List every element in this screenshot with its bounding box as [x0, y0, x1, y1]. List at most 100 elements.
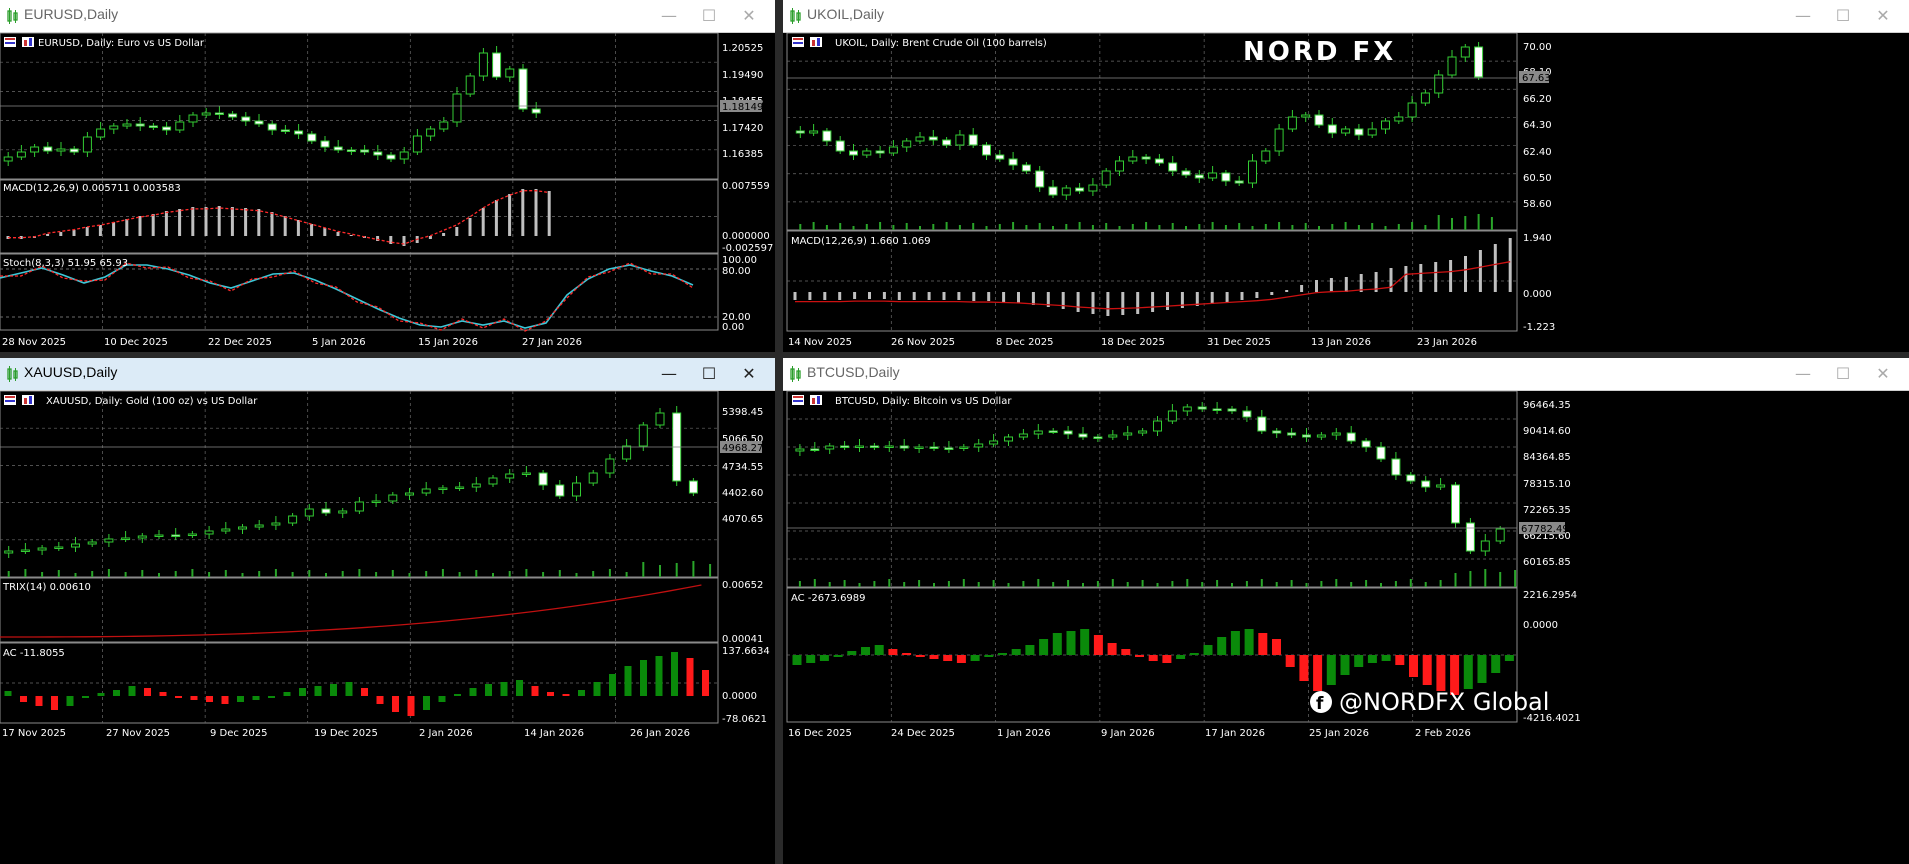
symbol-label: BTCUSD, Daily: Bitcoin vs US Dollar	[835, 396, 1012, 407]
xauusd-chart-window[interactable]: XAUUSD,Daily — ☐ ✕ XAUUSD, Daily: Gold (…	[0, 358, 775, 864]
candle	[974, 443, 984, 448]
volume-bar	[57, 570, 60, 577]
volume-bar	[843, 580, 846, 587]
minimize-button[interactable]: —	[1783, 362, 1823, 386]
candle	[492, 52, 502, 78]
maximize-button[interactable]: ☐	[1823, 4, 1863, 28]
price-tick: 1.17420	[722, 123, 763, 134]
window-titlebar[interactable]: EURUSD,Daily — ☐ ✕	[0, 0, 775, 33]
close-button[interactable]: ✕	[729, 362, 769, 386]
stoch-tick: 100.00	[722, 255, 757, 266]
candle	[135, 123, 145, 127]
candle	[388, 494, 398, 502]
histogram-bar	[82, 696, 89, 698]
macd-tick: -0.002597	[722, 243, 773, 254]
close-button[interactable]: ✕	[1863, 4, 1903, 28]
candle	[955, 134, 965, 146]
btcusd-chart-window[interactable]: BTCUSD,Daily — ☐ ✕ BTCUSD, Daily: Bitcoi…	[783, 358, 1909, 864]
histogram-bar	[516, 680, 523, 696]
candle	[1421, 480, 1431, 488]
histogram-bar	[1285, 290, 1289, 292]
volume-bar	[985, 226, 988, 230]
window-titlebar[interactable]: XAUUSD,Daily — ☐ ✕	[0, 358, 775, 391]
volume-bar	[1007, 583, 1010, 587]
candle	[16, 151, 26, 158]
histogram-bar	[547, 692, 554, 696]
histogram-bar	[508, 194, 512, 236]
histogram-bar	[793, 292, 797, 300]
candle	[1138, 430, 1148, 434]
chart-area[interactable]: EURUSD, Daily: Euro vs US Dollar 1.20525…	[0, 33, 775, 352]
chart-area[interactable]: BTCUSD, Daily: Bitcoin vs US Dollar 9646…	[783, 391, 1909, 864]
candle	[1141, 156, 1151, 160]
ac-label: AC -2673.6989	[791, 593, 866, 604]
histogram-bar	[1061, 292, 1065, 309]
chart-area[interactable]: XAUUSD, Daily: Gold (100 oz) vs US Dolla…	[0, 391, 775, 864]
candle	[122, 123, 132, 127]
volume-bar	[391, 570, 394, 577]
histogram-bar	[1080, 629, 1090, 655]
volume-bar	[1411, 222, 1414, 230]
candle	[902, 140, 912, 148]
candle	[531, 108, 541, 114]
histogram-bar	[1189, 653, 1199, 655]
candle	[1346, 432, 1356, 442]
volume-bar	[1371, 223, 1374, 230]
date-label: 15 Jan 2026	[418, 337, 478, 348]
candle	[1168, 162, 1178, 172]
histogram-bar	[270, 212, 274, 236]
maximize-button[interactable]: ☐	[689, 362, 729, 386]
histogram-bar	[531, 686, 539, 696]
minimize-button[interactable]: —	[649, 4, 689, 28]
candle	[825, 445, 835, 450]
candle	[1182, 406, 1192, 412]
candle	[995, 154, 1005, 160]
candle	[1287, 116, 1297, 130]
candle	[1048, 186, 1058, 196]
histogram-bar	[1217, 637, 1227, 655]
candle	[1274, 128, 1284, 152]
volume-bar	[1397, 224, 1400, 230]
maximize-button[interactable]: ☐	[1823, 362, 1863, 386]
candle	[1495, 528, 1505, 542]
candle	[638, 424, 648, 447]
maximize-button[interactable]: ☐	[689, 4, 729, 28]
window-titlebar[interactable]: BTCUSD,Daily — ☐ ✕	[783, 358, 1909, 391]
volume-bar	[258, 571, 261, 577]
candle	[1436, 484, 1446, 488]
macd-tick: 0.007559	[722, 181, 770, 192]
chart-area[interactable]: UKOIL, Daily: Brent Crude Oil (100 barre…	[783, 33, 1909, 352]
histogram-bar	[1258, 633, 1268, 655]
ukoil-chart-window[interactable]: UKOIL,Daily — ☐ ✕ UKOIL, Daily: Brent Cr…	[783, 0, 1909, 352]
candle	[1316, 434, 1326, 438]
candle	[588, 472, 598, 484]
histogram-bar	[1002, 292, 1006, 302]
eurusd-chart-window[interactable]: EURUSD,Daily — ☐ ✕ EURUSD, Daily: Euro v…	[0, 0, 775, 352]
volume-bar	[475, 570, 478, 577]
histogram-bar	[175, 696, 182, 698]
histogram-bar	[808, 292, 812, 300]
volume-bar	[1394, 581, 1397, 587]
candle	[228, 113, 238, 118]
histogram-bar	[956, 655, 966, 663]
close-button[interactable]: ✕	[1863, 362, 1903, 386]
histogram-bar	[35, 696, 43, 706]
candle	[1420, 92, 1430, 104]
histogram-bar	[702, 670, 709, 696]
candle	[426, 128, 436, 137]
candle	[1394, 116, 1404, 122]
minimize-button[interactable]: —	[649, 362, 689, 386]
histogram-bar	[1106, 292, 1110, 316]
volume-bar	[425, 571, 428, 577]
macd-pane: MACD(12,26,9) 1.660 1.069 1.940 0.000 -1…	[786, 230, 1555, 333]
date-label: 9 Dec 2025	[210, 728, 268, 739]
social-watermark: f @NORDFX Global	[1310, 688, 1549, 716]
date-label: 27 Jan 2026	[522, 337, 582, 348]
date-label: 16 Dec 2025	[788, 728, 852, 739]
volume-bar	[1454, 573, 1457, 587]
minimize-button[interactable]: —	[1783, 4, 1823, 28]
volume-bar	[107, 569, 110, 577]
window-titlebar[interactable]: UKOIL,Daily — ☐ ✕	[783, 0, 1909, 33]
close-button[interactable]: ✕	[729, 4, 769, 28]
histogram-bar	[1031, 292, 1035, 305]
